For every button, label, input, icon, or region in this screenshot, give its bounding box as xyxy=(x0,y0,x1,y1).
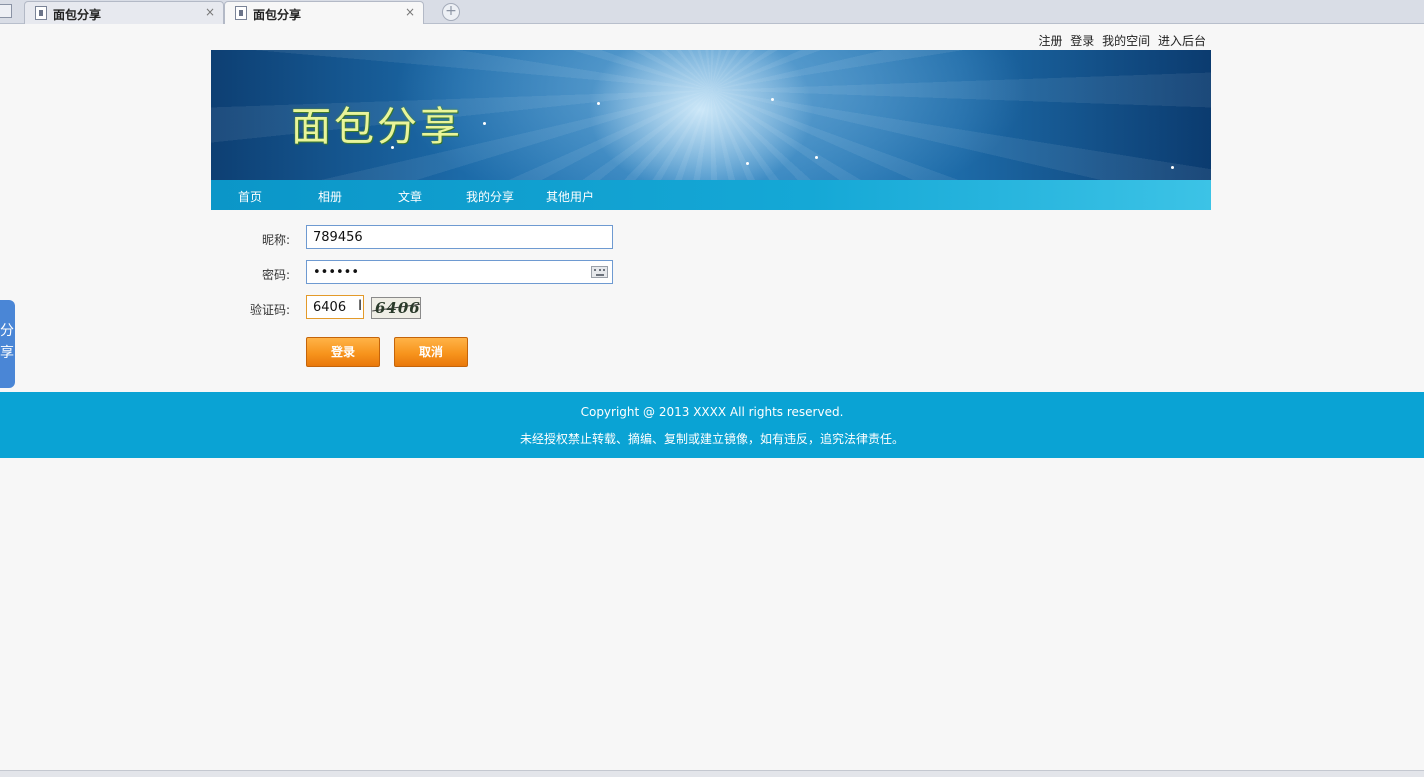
cancel-button[interactable]: 取消 xyxy=(394,337,468,367)
tab-title: 面包分享 xyxy=(253,8,302,22)
page-icon xyxy=(235,6,247,20)
nav-item-other-users[interactable]: 其他用户 xyxy=(546,188,594,205)
register-link[interactable]: 注册 xyxy=(1038,34,1062,48)
page-icon xyxy=(35,6,47,20)
side-share-tab[interactable]: 分 享 xyxy=(0,300,15,388)
captcha-input[interactable]: 6406 xyxy=(306,295,364,319)
footer-notice: 未经授权禁止转载、摘编、复制或建立镜像，如有违反，追究法律责任。 xyxy=(519,432,904,446)
header-banner: 面包分享 xyxy=(211,50,1211,180)
browser-menu-icon[interactable] xyxy=(0,4,12,18)
captcha-image[interactable]: 6406 xyxy=(371,297,421,319)
nav-item-my-shares[interactable]: 我的分享 xyxy=(466,188,514,205)
captcha-label: 验证码: xyxy=(249,303,290,317)
side-tab-text-1: 分 xyxy=(0,323,14,339)
main-nav: 首页 相册 文章 我的分享 其他用户 xyxy=(211,180,1211,210)
star-icon xyxy=(771,98,774,101)
close-icon[interactable]: × xyxy=(405,5,415,19)
star-icon xyxy=(746,162,749,165)
star-icon xyxy=(815,156,818,159)
keyboard-icon[interactable] xyxy=(591,266,608,278)
star-icon xyxy=(597,102,600,105)
nav-item-articles[interactable]: 文章 xyxy=(398,188,422,205)
browser-status-bar xyxy=(0,770,1424,777)
password-dots: •••••• xyxy=(313,265,360,280)
browser-tab-2-active[interactable]: 面包分享 × xyxy=(224,1,424,24)
captcha-image-text: 6406 xyxy=(375,299,421,317)
text-cursor-icon: I xyxy=(358,298,363,314)
nickname-label: 昵称: xyxy=(261,233,290,247)
tab-title: 面包分享 xyxy=(53,8,102,22)
side-tab-text-2: 享 xyxy=(0,345,14,361)
nav-item-home[interactable]: 首页 xyxy=(238,188,262,205)
star-icon xyxy=(483,122,486,125)
admin-link[interactable]: 进入后台 xyxy=(1158,34,1206,48)
footer: Copyright @ 2013 XXXX All rights reserve… xyxy=(0,392,1424,458)
top-links: 注册 登录 我的空间 进入后台 xyxy=(1034,32,1206,49)
my-space-link[interactable]: 我的空间 xyxy=(1102,34,1150,48)
footer-copyright: Copyright @ 2013 XXXX All rights reserve… xyxy=(580,405,844,419)
new-tab-button[interactable]: + xyxy=(442,3,460,21)
password-input[interactable]: •••••• xyxy=(306,260,613,284)
nav-item-album[interactable]: 相册 xyxy=(318,188,342,205)
login-button[interactable]: 登录 xyxy=(306,337,380,367)
nickname-input[interactable]: 789456 xyxy=(306,225,613,249)
close-icon[interactable]: × xyxy=(205,5,215,19)
site-logo: 面包分享 xyxy=(291,104,463,150)
browser-tab-1[interactable]: 面包分享 × xyxy=(24,1,224,24)
password-label: 密码: xyxy=(261,268,290,282)
login-link[interactable]: 登录 xyxy=(1070,34,1094,48)
star-icon xyxy=(1171,166,1174,169)
browser-tab-strip: 面包分享 × 面包分享 × + xyxy=(0,0,1424,24)
page-container: 注册 登录 我的空间 进入后台 面包分享 首页 相册 文章 我的分享 其他用户 xyxy=(211,28,1211,372)
